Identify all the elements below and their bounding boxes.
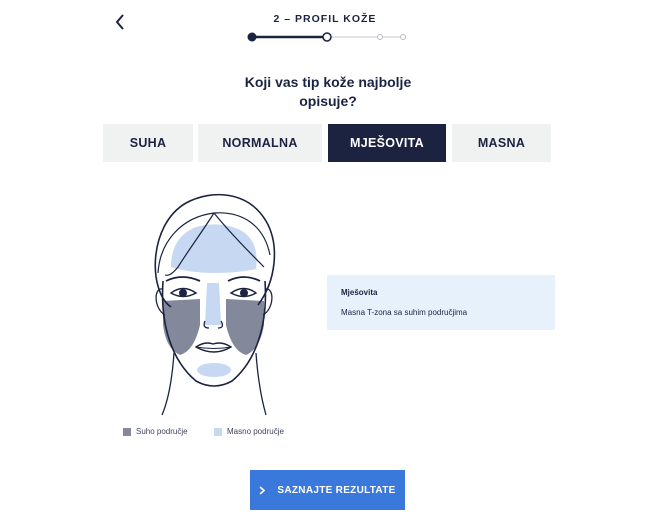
oily-zone-swatch <box>214 427 222 436</box>
chin-oily-zone <box>197 363 231 377</box>
chevron-left-icon <box>115 13 125 35</box>
step-dot-3 <box>377 34 383 40</box>
tab-masna[interactable]: MASNA <box>452 124 551 162</box>
question-line-1: Koji vas tip kože najbolje <box>244 74 412 90</box>
see-results-label: SAZNAJTE REZULTATE <box>277 484 396 496</box>
info-description: Masna T-zona sa suhim područjima <box>341 308 468 317</box>
face-illustration <box>138 185 288 417</box>
step-dot-2 <box>322 32 332 42</box>
info-title: Mješovita <box>341 288 378 297</box>
question-line-2: opisuje? <box>299 93 357 109</box>
legend-label-oily: Masno područje <box>227 427 284 436</box>
tab-normalna[interactable]: NORMALNA <box>198 124 322 162</box>
see-results-button[interactable]: SAZNAJTE REZULTATE <box>250 470 405 510</box>
skin-profile-page: 2 – PROFIL KOŽE Koji vas tip kože najbol… <box>0 0 646 530</box>
step-dot-1 <box>247 32 257 42</box>
chevron-right-icon <box>259 485 266 495</box>
step-title: 2 – PROFIL KOŽE <box>273 13 377 25</box>
left-cheek-dry-zone <box>163 299 200 355</box>
step-dot-4 <box>400 34 406 40</box>
right-cheek-dry-zone <box>226 299 264 355</box>
legend-label-dry: Suho područje <box>136 427 188 436</box>
back-button[interactable] <box>110 12 130 36</box>
question-heading: Koji vas tip kože najbolje opisuje? <box>213 73 443 111</box>
nose-oily-zone <box>205 283 221 325</box>
tab-suha[interactable]: SUHA <box>103 124 193 162</box>
tab-mjesovita[interactable]: MJEŠOVITA <box>328 124 446 162</box>
skin-type-info-box: Mješovita Masna T-zona sa suhim područji… <box>327 275 555 330</box>
legend-item-oily: Masno područje <box>214 427 284 436</box>
forehead-oily-zone <box>171 224 257 273</box>
dry-zone-swatch <box>123 427 131 436</box>
progress-stepper <box>246 30 410 42</box>
legend-item-dry: Suho područje <box>123 427 188 436</box>
